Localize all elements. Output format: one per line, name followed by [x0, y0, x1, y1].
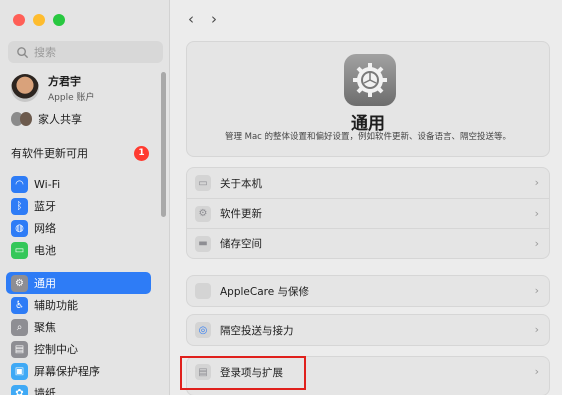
spotlight-icon: ⌕ [11, 318, 28, 336]
accessibility-icon: ♿ [11, 296, 28, 314]
sidebar-system-group: ⚙ 通用 ♿ 辅助功能 ⌕ 聚焦 ▤ 控制中心 ▣ 屏幕保护程序 ✿ 墙纸 [6, 272, 151, 395]
forward-button[interactable]: › [211, 10, 217, 28]
chevron-right-icon: › [534, 237, 539, 250]
search-icon [17, 46, 29, 58]
avatar [11, 74, 39, 102]
sidebar: 搜索 方君宇 Apple 账户 家人共享 有软件更新可用 1 ◠ Wi-Fi ᛒ 蓝牙… [0, 0, 170, 395]
navigation-arrows: ‹ › [188, 10, 217, 28]
account-name: 方君宇 [48, 75, 81, 88]
update-badge: 1 [134, 145, 149, 161]
sidebar-item-label: 辅助功能 [34, 299, 78, 312]
settings-row-airdrop[interactable]: ◎ 隔空投送与接力 › [187, 315, 549, 345]
sidebar-item-gear[interactable]: ⚙ 通用 [6, 272, 151, 294]
sidebar-item-bluetooth[interactable]: ᛒ 蓝牙 [6, 195, 151, 217]
screensaver-icon: ▣ [11, 362, 28, 380]
settings-row-apple[interactable]: AppleCare 与保修 › [187, 276, 549, 306]
globe-icon: ◍ [11, 219, 28, 237]
account-profile[interactable]: 方君宇 Apple 账户 [11, 73, 94, 103]
bluetooth-icon: ᛒ [11, 197, 28, 215]
general-gear-icon [344, 54, 396, 106]
close-button[interactable] [13, 14, 25, 26]
wifi-icon: ◠ [11, 175, 28, 193]
settings-row-label: 隔空投送与接力 [220, 324, 294, 337]
sidebar-item-label: 通用 [34, 277, 56, 290]
settings-row-label: 关于本机 [220, 177, 262, 190]
sidebar-item-label: 蓝牙 [34, 200, 56, 213]
wallpaper-icon: ✿ [11, 384, 28, 395]
family-sharing-label: 家人共享 [38, 113, 82, 126]
chevron-right-icon: › [534, 207, 539, 220]
airdrop-icon: ◎ [195, 322, 211, 338]
search-placeholder: 搜索 [34, 46, 56, 59]
storage-icon: ▬ [195, 235, 211, 252]
settings-row-label: 储存空间 [220, 238, 262, 250]
sidebar-scrollbar[interactable] [161, 72, 166, 217]
chevron-right-icon: › [534, 323, 539, 336]
apple-icon [195, 283, 211, 299]
sidebar-item-screensaver[interactable]: ▣ 屏幕保护程序 [6, 360, 151, 382]
sidebar-item-label: 墙纸 [34, 387, 56, 395]
sidebar-item-label: 控制中心 [34, 343, 78, 356]
settings-row-software-update[interactable]: ⚙ 软件更新 › [187, 198, 549, 228]
sidebar-item-label: Wi-Fi [34, 177, 61, 191]
account-subtitle: Apple 账户 [48, 93, 95, 103]
page-description: 管理 Mac 的整体设置和偏好设置，例如软件更新、设备语言、隔空投送等。 [224, 132, 512, 142]
sidebar-item-wallpaper[interactable]: ✿ 墙纸 [6, 382, 151, 395]
control-center-icon: ▤ [11, 340, 28, 358]
sidebar-item-spotlight[interactable]: ⌕ 聚焦 [6, 316, 151, 338]
sidebar-item-label: 聚焦 [34, 321, 56, 334]
update-label: 有软件更新可用 [11, 147, 88, 160]
sidebar-network-group: ◠ Wi-Fi ᛒ 蓝牙 ◍ 网络 ▭ 电池 [6, 173, 151, 261]
sidebar-item-label: 屏幕保护程序 [34, 365, 100, 378]
sidebar-item-battery[interactable]: ▭ 电池 [6, 239, 151, 261]
settings-row-label: AppleCare 与保修 [220, 285, 310, 298]
applecare-group: AppleCare 与保修 › [186, 275, 550, 307]
battery-icon: ▭ [11, 241, 28, 259]
about-group: ▭ 关于本机 › ⚙ 软件更新 › ▬ 储存空间 › [186, 167, 550, 259]
sidebar-item-accessibility[interactable]: ♿ 辅助功能 [6, 294, 151, 316]
main-pane: ‹ › 通用 管理 Mac 的整体设置和偏好设置，例如软件更新、设备语言、隔空投… [171, 0, 562, 395]
sidebar-item-wifi[interactable]: ◠ Wi-Fi [6, 173, 151, 195]
sidebar-item-globe[interactable]: ◍ 网络 [6, 217, 151, 239]
family-avatars-icon [11, 112, 32, 126]
search-input[interactable]: 搜索 [8, 41, 163, 63]
settings-row-laptop[interactable]: ▭ 关于本机 › [187, 168, 549, 198]
software-update-available-item[interactable]: 有软件更新可用 1 [11, 145, 149, 161]
software-update-icon: ⚙ [195, 205, 211, 222]
sidebar-item-label: 网络 [34, 222, 56, 235]
settings-row-storage[interactable]: ▬ 储存空间 › [187, 228, 549, 258]
chevron-right-icon: › [534, 365, 539, 378]
system-settings-window: 搜索 方君宇 Apple 账户 家人共享 有软件更新可用 1 ◠ Wi-Fi ᛒ 蓝牙… [0, 0, 562, 395]
highlight-box [180, 356, 306, 390]
chevron-right-icon: › [534, 176, 539, 189]
back-button[interactable]: ‹ [188, 10, 194, 28]
sidebar-item-label: 电池 [34, 244, 56, 257]
minimize-button[interactable] [33, 14, 45, 26]
laptop-icon: ▭ [195, 175, 211, 191]
gear-icon: ⚙ [11, 274, 28, 292]
settings-row-label: 软件更新 [220, 208, 262, 220]
general-header-card: 通用 管理 Mac 的整体设置和偏好设置，例如软件更新、设备语言、隔空投送等。 [186, 41, 550, 157]
sidebar-item-control-center[interactable]: ▤ 控制中心 [6, 338, 151, 360]
chevron-right-icon: › [534, 284, 539, 297]
zoom-button[interactable] [53, 14, 65, 26]
airdrop-group: ◎ 隔空投送与接力 › [186, 314, 550, 346]
family-sharing-item[interactable]: 家人共享 [11, 111, 82, 127]
window-controls [13, 14, 65, 26]
